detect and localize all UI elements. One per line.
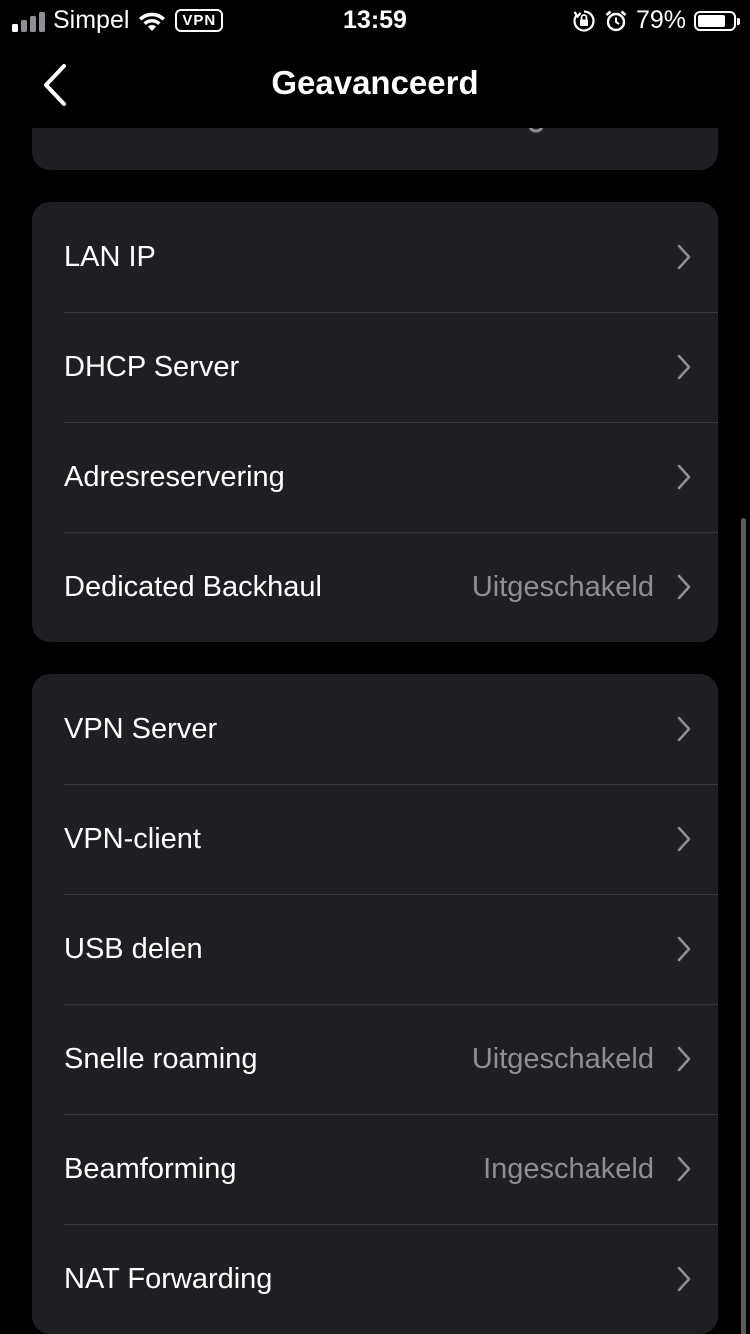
chevron-right-icon	[677, 354, 691, 380]
settings-group-network: LAN IP DHCP Server Adresreservering Dedi…	[32, 202, 718, 642]
settings-row-usb-delen[interactable]: USB delen	[32, 894, 718, 1004]
scrollbar[interactable]	[741, 518, 746, 1334]
settings-row-nat-forwarding[interactable]: NAT Forwarding	[32, 1224, 718, 1334]
chevron-right-icon	[677, 716, 691, 742]
chevron-right-icon	[677, 244, 691, 270]
status-right: 79%	[572, 6, 740, 35]
row-label: NAT Forwarding	[64, 1262, 273, 1295]
row-label: VPN-client	[64, 822, 201, 855]
settings-row-vpn-server[interactable]: VPN Server	[32, 674, 718, 784]
chevron-right-icon	[677, 574, 691, 600]
row-label: LAN IP	[64, 240, 156, 273]
row-value: Uitgeschakeld	[471, 570, 654, 603]
settings-row-adresreservering[interactable]: Adresreservering	[32, 422, 718, 532]
row-value: Ingeschakeld	[483, 1152, 654, 1185]
row-label: Adresreservering	[64, 460, 285, 493]
clipped-text-fragment	[529, 128, 543, 133]
row-label: Snelle roaming	[64, 1042, 258, 1075]
status-bar: Simpel VPN 13:59 79%	[0, 0, 750, 40]
row-label: DHCP Server	[64, 350, 240, 383]
row-label: Beamforming	[64, 1152, 237, 1185]
settings-row-dhcp-server[interactable]: DHCP Server	[32, 312, 718, 422]
chevron-right-icon	[677, 1046, 691, 1072]
settings-group-partial	[32, 128, 718, 170]
settings-list[interactable]: LAN IP DHCP Server Adresreservering Dedi…	[0, 128, 750, 1334]
row-value: Uitgeschakeld	[471, 1042, 654, 1075]
orientation-lock-icon	[572, 9, 596, 33]
settings-row-beamforming[interactable]: Beamforming Ingeschakeld	[32, 1114, 718, 1224]
chevron-right-icon	[677, 1266, 691, 1292]
screen: Simpel VPN 13:59 79% Geavanceerd LAN IP …	[0, 0, 750, 1334]
page-title: Geavanceerd	[271, 64, 479, 101]
settings-row-dedicated-backhaul[interactable]: Dedicated Backhaul Uitgeschakeld	[32, 532, 718, 642]
settings-row-snelle-roaming[interactable]: Snelle roaming Uitgeschakeld	[32, 1004, 718, 1114]
row-label: Dedicated Backhaul	[64, 570, 322, 603]
alarm-icon	[604, 9, 628, 33]
settings-row-lan-ip[interactable]: LAN IP	[32, 202, 718, 312]
battery-fill	[698, 14, 725, 27]
settings-group-services: VPN Server VPN-client USB delen Snelle r…	[32, 674, 718, 1334]
chevron-right-icon	[677, 464, 691, 490]
navigation-bar: Geavanceerd	[0, 40, 750, 128]
settings-row-vpn-client[interactable]: VPN-client	[32, 784, 718, 894]
battery-percentage: 79%	[635, 6, 686, 34]
row-label: VPN Server	[64, 712, 218, 745]
chevron-right-icon	[677, 1156, 691, 1182]
row-label: USB delen	[64, 932, 203, 965]
battery-icon	[694, 10, 740, 31]
chevron-right-icon	[677, 826, 691, 852]
chevron-right-icon	[677, 936, 691, 962]
